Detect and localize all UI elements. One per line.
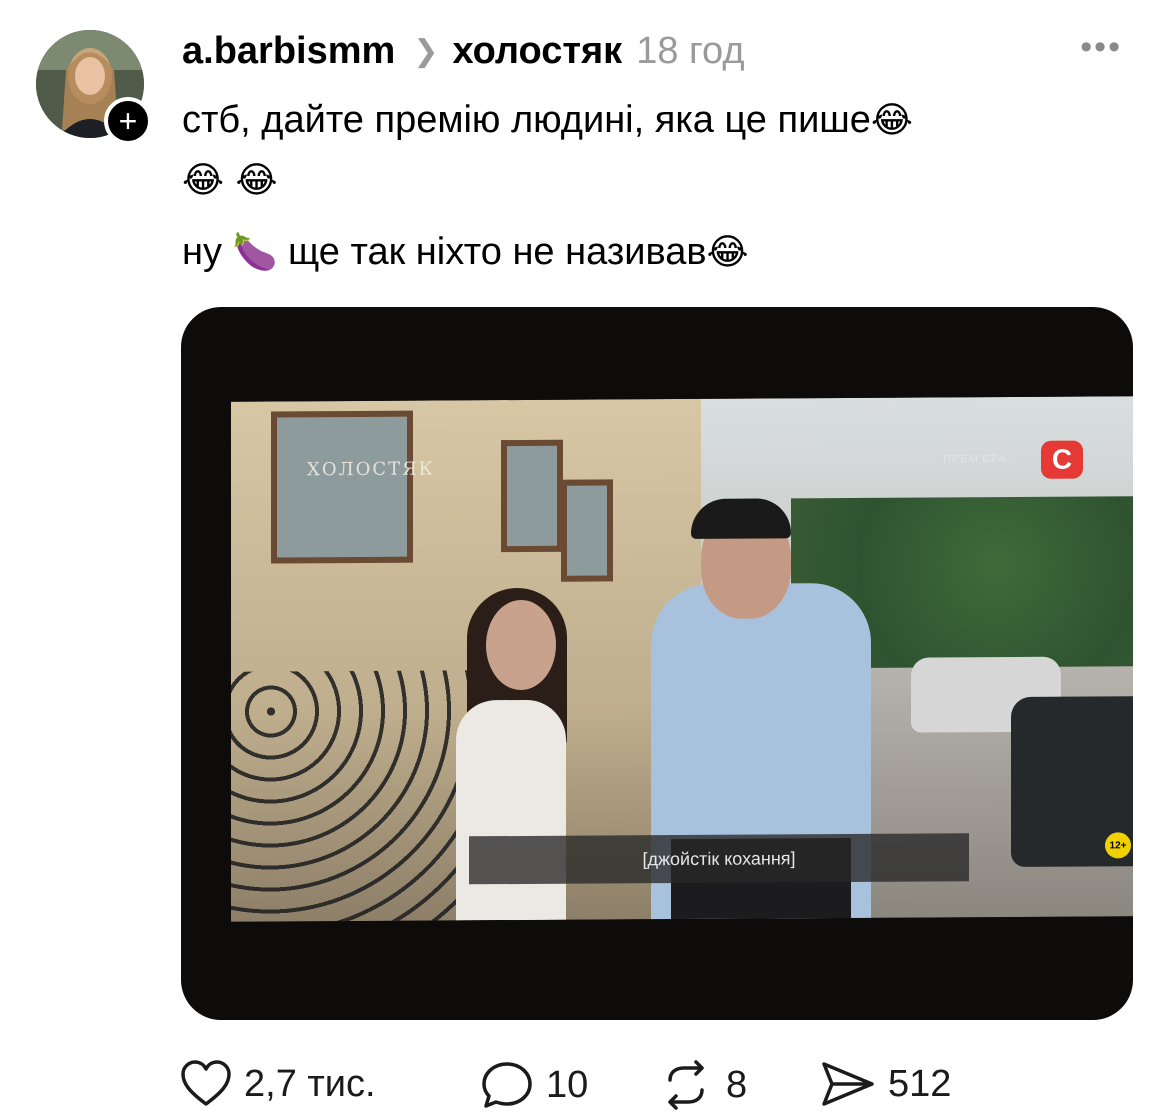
- tv-subtitle: [джойстік кохання]: [642, 847, 796, 869]
- tv-screen: ХОЛОСТЯК ПРЕМ'ЄРА С [джойстік кохання] 1…: [231, 396, 1133, 922]
- post-header: a.barbismm ❯ холостяк 18 год: [182, 26, 745, 76]
- send-icon: [822, 1062, 874, 1106]
- repost-button[interactable]: 8: [658, 1060, 747, 1110]
- eggplant-emoji: 🍆: [232, 232, 278, 273]
- show-logo: ХОЛОСТЯК: [307, 458, 435, 481]
- laughing-emoji: 😂: [870, 100, 913, 141]
- post-text-line-1: стб, дайте премію людині, яка це пише😂: [182, 98, 913, 144]
- laughing-emoji: 😂 😂: [182, 160, 278, 201]
- premiere-label: ПРЕМ'ЄРА: [943, 453, 1007, 466]
- follow-button[interactable]: +: [104, 97, 152, 145]
- like-count: 2,7 тис.: [244, 1062, 376, 1105]
- plus-icon: +: [118, 103, 138, 139]
- heart-icon: [181, 1060, 231, 1106]
- channel-logo: С: [1041, 440, 1083, 479]
- post-text: ще так ніхто не називав: [287, 231, 707, 273]
- woman-figure: [456, 699, 566, 921]
- comment-icon: [482, 1062, 532, 1108]
- post-text-line-3: ну 🍆 ще так ніхто не називав😂: [182, 230, 749, 276]
- post-text-line-2: 😂 😂: [182, 158, 278, 204]
- post-image[interactable]: ХОЛОСТЯК ПРЕМ'ЄРА С [джойстік кохання] 1…: [181, 307, 1133, 1020]
- post-text: ну: [182, 231, 222, 273]
- reply-button[interactable]: 10: [480, 1060, 588, 1110]
- chevron-right-icon: ❯: [413, 34, 439, 68]
- author-username[interactable]: a.barbismm: [182, 30, 395, 73]
- age-rating-badge: 12+: [1105, 832, 1131, 859]
- post-text: стб, дайте премію людині, яка це пише: [182, 99, 871, 141]
- reply-count: 10: [546, 1063, 589, 1106]
- repost-count: 8: [726, 1063, 748, 1106]
- like-button[interactable]: 2,7 тис.: [180, 1060, 376, 1108]
- topic-tag[interactable]: холостяк: [452, 30, 622, 73]
- repost-icon: [668, 1060, 704, 1110]
- post-timestamp: 18 год: [636, 29, 745, 72]
- laughing-emoji: 😂: [706, 232, 749, 273]
- share-button[interactable]: 512: [820, 1060, 951, 1108]
- share-count: 512: [888, 1062, 952, 1105]
- more-options-icon[interactable]: •••: [1080, 28, 1122, 67]
